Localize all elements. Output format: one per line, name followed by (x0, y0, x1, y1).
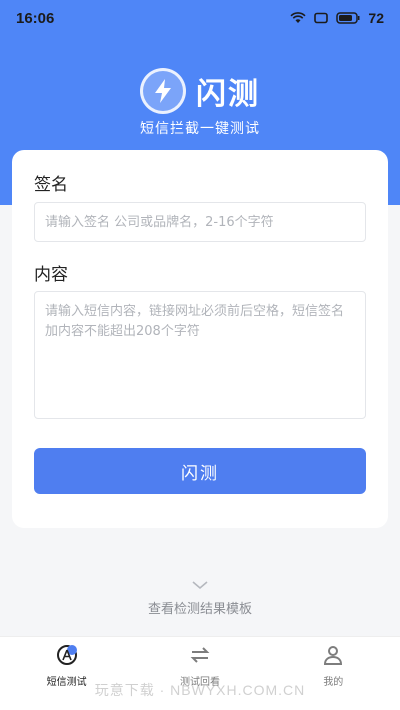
view-result-template-link[interactable]: 查看检测结果模板 (0, 580, 400, 617)
content-label: 内容 (34, 265, 68, 285)
app-name: 闪测 (196, 77, 260, 112)
flash-logo-icon (140, 68, 186, 114)
sign-input[interactable] (34, 202, 366, 242)
profile-icon (321, 643, 345, 667)
battery-level: 72 (368, 10, 384, 26)
flash-test-button[interactable]: 闪测 (34, 448, 366, 494)
battery-icon (336, 12, 360, 24)
history-icon (188, 643, 212, 667)
status-time: 16:06 (16, 9, 55, 27)
status-icons: 72 (290, 10, 384, 26)
status-bar: 16:06 72 (0, 0, 400, 36)
tagline: 短信拦截一键测试 (140, 121, 260, 137)
sim-card-icon (314, 12, 329, 24)
content-textarea[interactable] (34, 291, 366, 419)
brand: 闪测 (0, 68, 400, 114)
watermark: 玩意下载 · NBWYXH.COM.CN (94, 682, 306, 698)
wifi-icon (290, 12, 306, 23)
template-link-label: 查看检测结果模板 (147, 602, 252, 617)
chevron-down-icon (192, 581, 208, 590)
sms-test-form: 签名 内容 闪测 (12, 150, 388, 528)
sign-label: 签名 (34, 175, 68, 195)
sms-test-icon (55, 643, 79, 667)
